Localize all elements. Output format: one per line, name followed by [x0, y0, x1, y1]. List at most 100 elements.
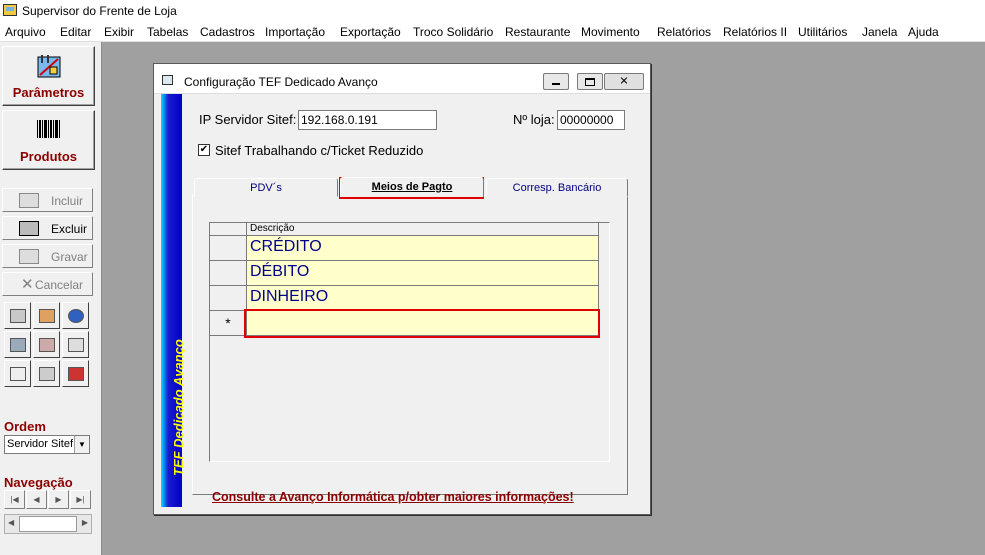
tef-config-dialog: Configuração TEF Dedicado Avanço ✕ TEF D…	[153, 63, 651, 515]
table-row[interactable]: DINHEIRO	[210, 286, 600, 311]
menu-bar: Arquivo Editar Exibir Tabelas Cadastros …	[0, 22, 985, 42]
cancelar-button[interactable]: ✕ Cancelar	[2, 272, 93, 296]
minimize-button[interactable]	[543, 73, 569, 90]
toolbar-tool-2[interactable]	[33, 302, 60, 329]
ticket-reduzido-label: Sitef Trabalhando c/Ticket Reduzido	[215, 143, 424, 158]
table-row[interactable]: CRÉDITO	[210, 236, 600, 261]
ticket-reduzido-checkbox[interactable]: ✔	[198, 144, 210, 156]
incluir-button[interactable]: Incluir	[2, 188, 93, 212]
toolbar-tool-3[interactable]	[62, 302, 89, 329]
table-icon	[38, 366, 55, 381]
cell-descricao[interactable]: DINHEIRO	[247, 286, 599, 311]
menu-exportacao[interactable]: Exportação	[340, 25, 401, 39]
toolbar-tool-1[interactable]	[4, 302, 31, 329]
tab-pdvs[interactable]: PDV´s	[194, 178, 338, 197]
produtos-button[interactable]: Produtos	[2, 110, 95, 170]
menu-importacao[interactable]: Importação	[265, 25, 325, 39]
tab-corresp-bancario[interactable]: Corresp. Bancário	[486, 178, 628, 197]
toolbar-tool-6[interactable]	[62, 331, 89, 358]
app-title: Supervisor do Frente de Loja	[22, 4, 177, 18]
excluir-label: Excluir	[51, 222, 88, 236]
dialog-icon	[162, 75, 173, 85]
parametros-button[interactable]: Parâmetros	[2, 46, 95, 106]
col-descricao-header: Descrição	[247, 223, 599, 236]
close-button[interactable]: ✕	[604, 73, 644, 90]
prev-record-icon[interactable]: ◀	[26, 490, 47, 509]
info-link[interactable]: Consulte a Avanço Informática p/obter ma…	[212, 490, 574, 504]
toolbar-tool-9[interactable]	[62, 360, 89, 387]
cell-descricao[interactable]: DÉBITO	[247, 261, 599, 286]
menu-cadastros[interactable]: Cadastros	[200, 25, 255, 39]
eye-icon	[67, 308, 84, 323]
dialog-title-bar: Configuração TEF Dedicado Avanço ✕	[154, 64, 650, 94]
side-banner-text: TEF Dedicado Avanço	[171, 339, 186, 476]
minimize-icon	[552, 83, 560, 85]
form-icon	[9, 308, 26, 323]
bar-chart-icon	[9, 366, 26, 381]
first-record-icon[interactable]: |◀	[4, 490, 25, 509]
menu-utilitarios[interactable]: Utilitários	[798, 25, 847, 39]
loja-input[interactable]: 00000000	[557, 110, 625, 130]
menu-exibir[interactable]: Exibir	[104, 25, 134, 39]
tab-meios-de-pagto[interactable]: Meios de Pagto	[340, 177, 484, 197]
menu-ajuda[interactable]: Ajuda	[908, 25, 939, 39]
navegacao-label: Navegação	[4, 475, 73, 490]
menu-relatorios[interactable]: Relatórios	[657, 25, 711, 39]
scroll-thumb[interactable]	[19, 516, 77, 532]
parametros-icon	[37, 55, 60, 78]
parametros-label: Parâmetros	[12, 85, 85, 100]
cart-icon	[38, 337, 55, 352]
row-indicator[interactable]	[210, 261, 247, 286]
calculator-icon	[67, 337, 84, 352]
sidebar: Parâmetros Produtos Incluir Excluir Grav…	[0, 42, 102, 555]
toolbar-tool-8[interactable]	[33, 360, 60, 387]
maximize-icon	[585, 77, 595, 86]
menu-arquivo[interactable]: Arquivo	[5, 25, 46, 39]
row-indicator[interactable]	[210, 286, 247, 311]
cancelar-label: Cancelar	[35, 278, 84, 292]
toolbar-tool-7[interactable]	[4, 360, 31, 387]
gravar-icon	[19, 249, 39, 264]
gravar-label: Gravar	[51, 250, 88, 264]
close-icon: ✕	[619, 75, 629, 87]
app-icon	[3, 4, 17, 16]
scroll-left-icon[interactable]: ◀	[8, 518, 14, 527]
maximize-button[interactable]	[577, 73, 603, 90]
menu-tabelas[interactable]: Tabelas	[147, 25, 188, 39]
barcode-icon	[36, 120, 60, 138]
ordem-select[interactable]: Servidor Sitef ▼	[4, 435, 90, 454]
row-indicator[interactable]	[210, 236, 247, 261]
excluir-button[interactable]: Excluir	[2, 216, 93, 240]
navigation-buttons: |◀ ◀ ▶ ▶|	[4, 490, 92, 510]
next-record-icon[interactable]: ▶	[48, 490, 69, 509]
person-icon	[38, 308, 55, 323]
toolbar-tool-4[interactable]	[4, 331, 31, 358]
gravar-button[interactable]: Gravar	[2, 244, 93, 268]
payment-grid: Descrição CRÉDITO DÉBITO DINHEIRO *	[209, 222, 610, 462]
menu-movimento[interactable]: Movimento	[581, 25, 640, 39]
menu-troco-solidario[interactable]: Troco Solidário	[413, 25, 493, 39]
new-record-row[interactable]: *	[210, 311, 600, 336]
cancel-x-icon: ✕	[21, 276, 34, 293]
toolbar-tool-5[interactable]	[33, 331, 60, 358]
ordem-label: Ordem	[4, 419, 46, 434]
printer-icon	[9, 337, 26, 352]
dialog-title: Configuração TEF Dedicado Avanço	[184, 75, 378, 89]
menu-restaurante[interactable]: Restaurante	[505, 25, 570, 39]
ip-servidor-input[interactable]: 192.168.0.191	[298, 110, 437, 130]
last-record-icon[interactable]: ▶|	[70, 490, 91, 509]
cell-descricao[interactable]: CRÉDITO	[247, 236, 599, 261]
chevron-down-icon[interactable]: ▼	[74, 436, 89, 453]
menu-relatorios-ii[interactable]: Relatórios II	[723, 25, 787, 39]
ip-servidor-label: IP Servidor Sitef:	[199, 112, 297, 127]
app-title-bar: Supervisor do Frente de Loja	[0, 0, 985, 22]
menu-editar[interactable]: Editar	[60, 25, 91, 39]
loja-label: Nº loja:	[513, 112, 555, 127]
excluir-icon	[19, 221, 39, 236]
scroll-right-icon[interactable]: ▶	[82, 518, 88, 527]
menu-janela[interactable]: Janela	[862, 25, 897, 39]
navigation-scrollbar[interactable]: ◀ ▶	[4, 514, 92, 534]
table-row[interactable]: DÉBITO	[210, 261, 600, 286]
incluir-label: Incluir	[51, 194, 84, 208]
new-record-input[interactable]	[247, 311, 599, 336]
